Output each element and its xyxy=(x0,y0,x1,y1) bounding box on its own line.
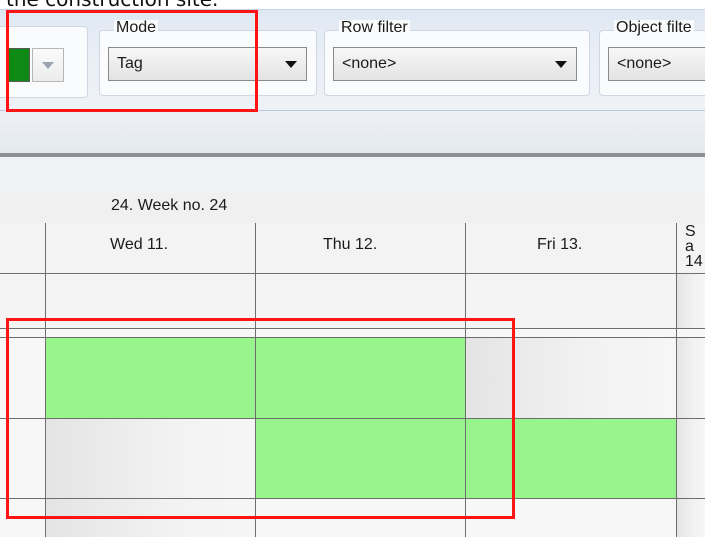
row2-sat-cell xyxy=(677,419,705,498)
day-header-wed: Wed 11. xyxy=(110,236,169,253)
week-header-row xyxy=(0,193,705,224)
column-divider xyxy=(676,223,677,537)
subheader-cell xyxy=(677,274,705,328)
day-header-thu: Thu 12. xyxy=(323,236,378,253)
row3-sat-cell xyxy=(677,499,705,537)
week-label: 24. Week no. 24 xyxy=(111,197,228,214)
object-filter-select[interactable]: <none> xyxy=(608,47,705,81)
row1-sat-cell xyxy=(677,338,705,418)
object-filter-label: Object filte xyxy=(614,19,694,36)
row-filter-dropdown-button[interactable] xyxy=(546,48,576,80)
highlight-box-mode xyxy=(6,10,258,112)
row-filter-select[interactable]: <none> xyxy=(333,47,577,81)
highlight-box-tasks xyxy=(6,318,515,519)
timeline-header-band xyxy=(0,157,705,194)
mode-dropdown-button[interactable] xyxy=(276,48,306,80)
object-filter-value: <none> xyxy=(617,55,672,72)
day-header-sat: Sa 14 xyxy=(685,223,703,270)
row-filter-label: Row filter xyxy=(339,19,410,36)
day-header-fri: Fri 13. xyxy=(537,236,583,253)
row-filter-value: <none> xyxy=(342,55,397,72)
chevron-down-icon xyxy=(285,60,297,68)
secondary-toolbar xyxy=(0,111,705,157)
chevron-down-icon xyxy=(555,60,567,68)
